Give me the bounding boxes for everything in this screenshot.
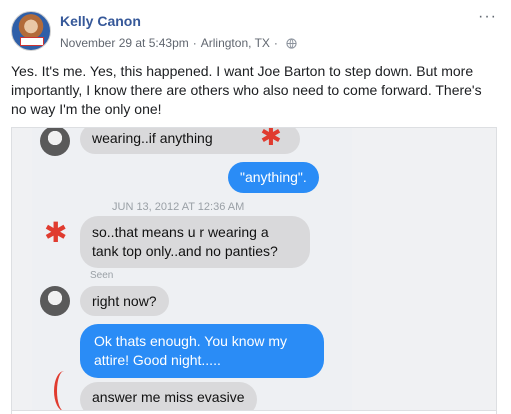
message-text-2: "anything". — [240, 169, 307, 185]
meta-separator: · — [192, 36, 197, 50]
annotation-mark — [54, 371, 74, 411]
star-icon: ✱ — [260, 128, 282, 152]
post-text: Yes. It's me. Yes, this happened. I want… — [11, 63, 482, 117]
meta-separator-2: · — [273, 36, 278, 50]
more-icon[interactable]: ··· — [478, 9, 497, 25]
avatar-sign — [20, 37, 44, 46]
post-image[interactable]: wearing..if anything ✱ "anything". JUN 1… — [11, 127, 497, 414]
star-icon-2: ✱ — [44, 216, 68, 249]
message-text-5: Ok thats enough. You know my attire! Goo… — [94, 333, 288, 368]
message-bubble-4: right now? — [80, 286, 169, 316]
message-text-4: right now? — [92, 293, 157, 309]
conversation-screenshot: wearing..if anything ✱ "anything". JUN 1… — [32, 128, 352, 414]
message-text-3: so..that means u r wearing a tank top on… — [92, 224, 278, 259]
message-text-1: wearing..if anything — [92, 130, 213, 146]
globe-icon[interactable] — [286, 37, 297, 49]
post-author[interactable]: Kelly Canon — [60, 13, 141, 29]
seen-label: Seen — [90, 270, 114, 281]
message-text-6: answer me miss evasive — [92, 389, 245, 405]
post-location[interactable]: Arlington, TX — [201, 36, 270, 50]
message-timestamp: JUN 13, 2012 AT 12:36 AM — [112, 201, 245, 213]
image-bottom-border — [12, 410, 496, 414]
message-bubble-2: "anything". — [228, 162, 319, 193]
message-bubble-3: so..that means u r wearing a tank top on… — [80, 216, 310, 268]
message-bubble-5: Ok thats enough. You know my attire! Goo… — [80, 324, 324, 378]
post-header: Kelly Canon November 29 at 5:43pm · Arli… — [0, 0, 511, 60]
post-date[interactable]: November 29 at 5:43pm — [60, 36, 189, 50]
post-meta: November 29 at 5:43pm · Arlington, TX · — [60, 36, 297, 50]
sender-avatar — [40, 286, 70, 316]
avatar[interactable] — [11, 11, 51, 51]
sender-avatar-top — [40, 128, 70, 156]
